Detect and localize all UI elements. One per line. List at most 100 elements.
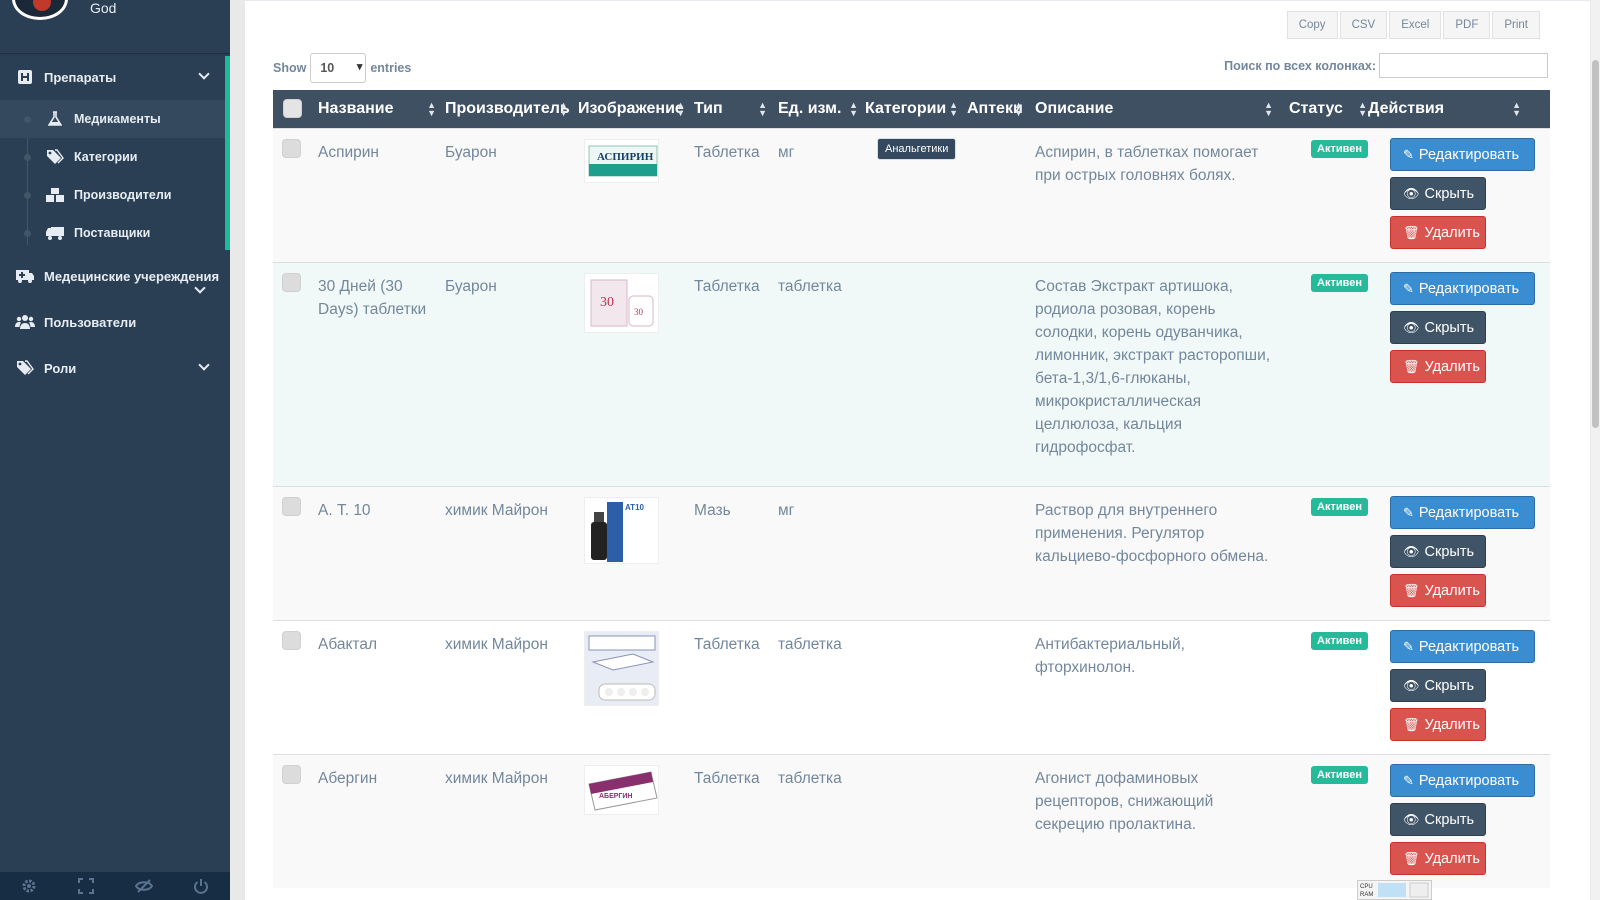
submenu-item-kategorii[interactable]: Категории [0, 138, 225, 176]
cell-name: Аспирин [318, 144, 379, 161]
edit-icon: ✎ [1403, 280, 1414, 296]
eye-slash-icon: 👁 [1403, 319, 1420, 335]
trash-icon: 🗑 [1403, 358, 1420, 374]
fullscreen-icon[interactable] [76, 876, 96, 896]
cell-name: Абактал [318, 636, 378, 653]
chevron-down-icon [198, 68, 210, 80]
copy-button[interactable]: Copy [1286, 11, 1338, 39]
table-row: 30 Дней (30 Days) таблетки Буарон 30 30 Т… [273, 262, 1550, 486]
delete-button[interactable]: 🗑 Удалить [1390, 574, 1486, 607]
menu-item-users[interactable]: Пользователи [0, 304, 230, 340]
svg-text:30: 30 [600, 295, 614, 310]
submenu-item-postavshchiki[interactable]: Поставщики [0, 214, 225, 252]
sidebar-footer [0, 872, 230, 900]
column-header-manufacturer[interactable]: Производитель ▲ ▼ [445, 90, 570, 128]
sort-icon: ▲ ▼ [676, 100, 685, 118]
row-checkbox[interactable] [282, 765, 301, 784]
svg-text:АСПИРИН: АСПИРИН [597, 151, 654, 163]
cell-unit: таблетка [778, 278, 842, 295]
column-header-type[interactable]: Тип ▲ ▼ [694, 90, 769, 128]
product-image[interactable]: АСПИРИН [584, 139, 659, 183]
table-row: Абергин химик Майрон АБЕРГИН Таблетка та… [273, 754, 1550, 888]
avatar[interactable] [12, 0, 68, 20]
edit-button[interactable]: ✎ Редактировать [1390, 630, 1535, 663]
product-image[interactable]: AT10 [584, 497, 659, 564]
bullet-icon [24, 192, 31, 199]
column-header-description[interactable]: Описание ▲ ▼ [1035, 90, 1275, 128]
column-label: Производитель [445, 100, 570, 117]
edit-button[interactable]: ✎ Редактировать [1390, 138, 1535, 171]
delete-button[interactable]: 🗑 Удалить [1390, 708, 1486, 741]
table-row: А. Т. 10 химик Майрон AT10 Мазь мг Раств… [273, 486, 1550, 620]
column-header-unit[interactable]: Ед. изм. ▲ ▼ [778, 90, 860, 128]
column-header-actions[interactable]: Действия ▲ ▼ [1368, 90, 1523, 128]
pdf-button[interactable]: PDF [1443, 11, 1491, 39]
settings-icon[interactable] [19, 876, 39, 896]
row-checkbox[interactable] [282, 631, 301, 650]
status-badge: Активен [1311, 766, 1368, 784]
menu-item-medical-institutions[interactable]: Медецинские учереждения [0, 258, 230, 294]
product-image[interactable]: 30 30 [584, 273, 659, 333]
search-input[interactable] [1379, 53, 1548, 78]
edit-button[interactable]: ✎ Редактировать [1390, 496, 1535, 529]
column-label: Изображение [578, 100, 684, 117]
column-header-status[interactable]: Статус ▲ ▼ [1289, 90, 1369, 128]
hide-button[interactable]: 👁 Скрыть [1390, 311, 1486, 344]
menu-item-preparaty[interactable]: Препараты [0, 59, 230, 95]
row-checkbox[interactable] [282, 139, 301, 158]
menu-item-roles[interactable]: Роли [0, 350, 230, 386]
lock-icon[interactable] [134, 876, 154, 896]
select-all-checkbox[interactable] [283, 99, 302, 118]
hide-button-label: Скрыть [1424, 677, 1475, 694]
medications-table: Название ▲ ▼ Производитель ▲ ▼ Изображение ▲ ▼… [273, 90, 1550, 888]
cell-name: А. Т. 10 [318, 502, 371, 519]
system-monitor-widget: CPU RAM [1357, 880, 1432, 900]
page-scrollbar[interactable] [1591, 0, 1600, 900]
submenu-item-proizvoditeli[interactable]: Производители [0, 176, 225, 214]
edit-button[interactable]: ✎ Редактировать [1390, 764, 1535, 797]
edit-icon: ✎ [1403, 772, 1414, 788]
column-header-pharmacies[interactable]: Аптеки ▲ ▼ [967, 90, 1025, 128]
delete-button[interactable]: 🗑 Удалить [1390, 842, 1486, 875]
delete-button-label: Удалить [1424, 716, 1480, 733]
column-label: Действия [1368, 100, 1445, 117]
product-image[interactable]: АБЕРГИН [584, 765, 659, 815]
chevron-down-icon [198, 359, 210, 371]
hide-button[interactable]: 👁 Скрыть [1390, 803, 1486, 836]
delete-button[interactable]: 🗑 Удалить [1390, 350, 1486, 383]
sort-icon: ▲ ▼ [1014, 100, 1023, 118]
print-button[interactable]: Print [1492, 11, 1540, 39]
hide-button[interactable]: 👁 Скрыть [1390, 535, 1486, 568]
menu-label: Медецинские учереждения [44, 268, 220, 284]
cell-description: Агонист дофаминовых рецепторов, снижающи… [1035, 770, 1214, 833]
submenu-label: Медикаменты [74, 112, 161, 126]
sort-icon: ▲ ▼ [1264, 100, 1273, 118]
sort-icon: ▲ ▼ [1512, 100, 1521, 118]
edit-button-label: Редактировать [1418, 146, 1520, 163]
search-area: Поиск по всех колонках: [1224, 53, 1548, 78]
cell-description: Аспирин, в таблетках помогает при острых… [1035, 144, 1259, 184]
column-header-image[interactable]: Изображение ▲ ▼ [578, 90, 687, 128]
row-checkbox[interactable] [282, 497, 301, 516]
cell-manufacturer: Буарон [445, 278, 497, 295]
csv-button[interactable]: CSV [1339, 11, 1388, 39]
excel-button[interactable]: Excel [1389, 11, 1442, 39]
scrollbar-thumb[interactable] [1592, 60, 1599, 428]
hide-button[interactable]: 👁 Скрыть [1390, 669, 1486, 702]
sort-icon: ▲ ▼ [758, 100, 767, 118]
edit-button[interactable]: ✎ Редактировать [1390, 272, 1535, 305]
edit-icon: ✎ [1403, 146, 1414, 162]
product-image[interactable] [584, 631, 659, 706]
column-header-categories[interactable]: Категории ▲ ▼ [865, 90, 960, 128]
column-header-name[interactable]: Название ▲ ▼ [318, 90, 438, 128]
status-badge: Активен [1311, 140, 1368, 158]
logout-icon[interactable] [191, 876, 211, 896]
hide-button[interactable]: 👁 Скрыть [1390, 177, 1486, 210]
submenu-item-medikamenty[interactable]: Медикаменты [0, 100, 225, 138]
hospital-icon [14, 69, 36, 85]
row-checkbox[interactable] [282, 273, 301, 292]
chevron-down-icon [194, 282, 206, 294]
delete-button[interactable]: 🗑 Удалить [1390, 216, 1486, 249]
entries-select[interactable]: 10 [310, 53, 367, 83]
cell-unit: таблетка [778, 636, 842, 653]
